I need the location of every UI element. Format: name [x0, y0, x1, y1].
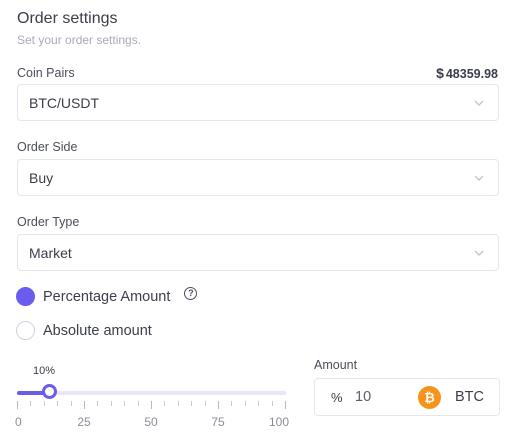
price-value: 48359.98 [445, 67, 498, 81]
chevron-down-icon [473, 247, 485, 259]
slider-tick [245, 401, 246, 406]
percentage-slider[interactable]: 10% 0 25 50 75 100 [15, 360, 290, 435]
slider-tick [57, 401, 58, 406]
current-price: $48359.98 [436, 65, 498, 81]
page-title: Order settings [17, 10, 118, 27]
percent-prefix: % [331, 390, 343, 405]
slider-tick [30, 401, 31, 406]
slider-tick [138, 401, 139, 406]
order-type-label: Order Type [17, 215, 80, 229]
slider-tick-label: 25 [77, 415, 91, 429]
slider-tick [231, 401, 232, 406]
slider-tick-label: 75 [211, 415, 225, 429]
slider-tick [205, 401, 206, 406]
absolute-amount-label: Absolute amount [43, 322, 152, 339]
slider-tick [272, 401, 273, 406]
slider-tick [178, 401, 179, 406]
coin-pairs-select[interactable]: BTC/USDT [17, 84, 499, 121]
slider-tick [84, 401, 85, 409]
absolute-amount-option[interactable]: Absolute amount [16, 321, 152, 340]
percentage-amount-radio[interactable] [16, 287, 35, 306]
order-side-select[interactable]: Buy [17, 159, 499, 196]
absolute-amount-radio[interactable] [16, 321, 35, 340]
amount-label: Amount [314, 358, 358, 372]
slider-thumb[interactable] [42, 384, 58, 399]
slider-tick [44, 401, 45, 406]
slider-tick-labels: 0 25 50 75 100 [15, 415, 290, 429]
order-settings-panel: Order settings Set your order settings. … [0, 0, 514, 447]
order-type-select[interactable]: Market [17, 234, 499, 271]
slider-track[interactable] [17, 391, 286, 395]
bitcoin-icon: ₿ [418, 386, 441, 409]
slider-tick [97, 401, 98, 406]
slider-ticks [17, 401, 286, 411]
slider-tick [191, 401, 192, 406]
slider-tick [71, 401, 72, 406]
chevron-down-icon [473, 172, 485, 184]
slider-tick [17, 401, 18, 409]
percentage-amount-option[interactable]: Percentage Amount ? [16, 287, 198, 306]
question-circle-icon[interactable]: ? [184, 287, 198, 300]
coin-pairs-value: BTC/USDT [29, 94, 99, 111]
slider-tick-label: 0 [15, 415, 22, 429]
order-side-value: Buy [29, 169, 54, 186]
price-currency: $ [436, 65, 444, 81]
slider-tick-label: 50 [144, 415, 158, 429]
slider-tick [151, 401, 152, 409]
chevron-down-icon [473, 97, 485, 109]
coin-pairs-label: Coin Pairs [17, 66, 75, 80]
amount-input[interactable]: % 10 ₿ BTC [314, 378, 500, 416]
slider-tick [218, 401, 219, 409]
order-type-value: Market [29, 244, 72, 261]
amount-value[interactable]: 10 [355, 389, 371, 405]
slider-tick [111, 401, 112, 406]
page-subtitle: Set your order settings. [17, 33, 142, 47]
slider-tick [285, 401, 286, 409]
slider-tick [124, 401, 125, 406]
percentage-amount-label: Percentage Amount [43, 288, 171, 305]
slider-value-label: 10% [33, 365, 56, 377]
slider-tick-label: 100 [268, 415, 290, 429]
slider-tick [258, 401, 259, 406]
order-side-label: Order Side [17, 140, 78, 154]
amount-unit: BTC [455, 389, 484, 405]
slider-tick [164, 401, 165, 406]
